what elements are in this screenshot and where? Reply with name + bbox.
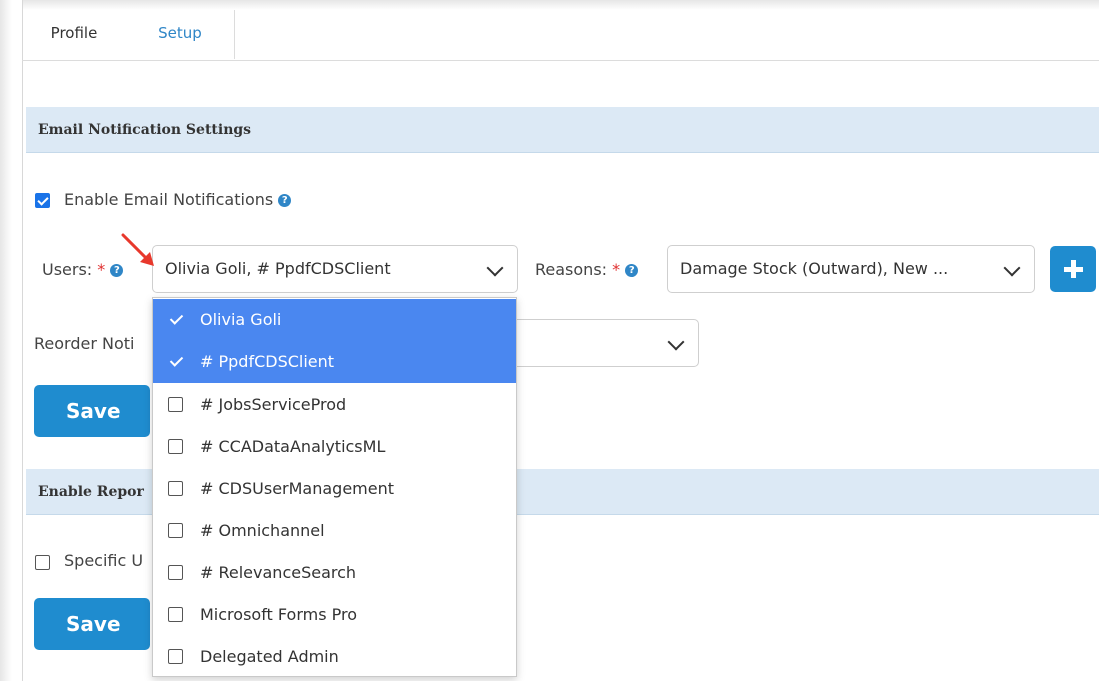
users-option-label: Microsoft Forms Pro <box>200 605 358 624</box>
required-asterisk: * <box>97 260 106 279</box>
checkbox-icon[interactable] <box>168 481 183 496</box>
chevron-down-icon <box>667 333 685 351</box>
chevron-down-icon <box>1003 259 1021 277</box>
users-option-label: # JobsServiceProd <box>200 395 347 414</box>
users-label: Users: * ? <box>42 260 124 279</box>
chevron-down-icon <box>486 259 504 277</box>
users-option-label: # PpdfCDSClient <box>200 352 335 371</box>
annotation-arrow-icon <box>121 233 154 266</box>
users-dropdown-list: Olivia Goli # PpdfCDSClient # JobsServic… <box>152 297 517 677</box>
users-option[interactable]: # JobsServiceProd <box>153 384 516 426</box>
users-option[interactable]: # Omnichannel <box>153 510 516 552</box>
checkbox-checked-icon[interactable] <box>168 312 183 327</box>
users-option-label: # RelevanceSearch <box>200 563 357 582</box>
email-notification-settings-header: Email Notification Settings <box>26 107 1099 153</box>
checkbox-icon[interactable] <box>168 565 183 580</box>
checkbox-icon[interactable] <box>168 649 183 664</box>
tab-setup[interactable]: Setup <box>126 10 235 59</box>
checkbox-icon[interactable] <box>168 439 183 454</box>
specific-users-label: Specific U <box>64 551 144 570</box>
users-option[interactable]: Olivia Goli <box>153 299 516 341</box>
reorder-notification-label: Reorder Noti <box>34 334 135 353</box>
users-option[interactable]: # RelevanceSearch <box>153 552 516 594</box>
users-option-label: Olivia Goli <box>200 310 282 329</box>
checkbox-icon[interactable] <box>168 523 183 538</box>
enable-email-notifications-checkbox[interactable] <box>35 193 50 208</box>
checkbox-icon[interactable] <box>168 607 183 622</box>
users-option[interactable]: # PpdfCDSClient <box>153 341 516 383</box>
users-option[interactable]: Delegated Admin <box>153 636 516 678</box>
users-select[interactable]: Olivia Goli, # PpdfCDSClient <box>152 245 518 293</box>
plus-icon-bar <box>1064 267 1083 272</box>
users-option[interactable]: # CDSUserManagement <box>153 468 516 510</box>
reorder-notification-select[interactable] <box>500 319 699 367</box>
reasons-label-text: Reasons: <box>535 260 608 279</box>
users-option[interactable]: # CCADataAnalyticsML <box>153 426 516 468</box>
required-asterisk: * <box>612 260 621 279</box>
tab-profile[interactable]: Profile <box>22 10 127 59</box>
tab-bar: Profile Setup <box>22 10 1099 61</box>
save-button[interactable]: Save <box>34 385 150 437</box>
checkbox-checked-icon[interactable] <box>168 354 183 369</box>
add-reason-button[interactable] <box>1050 246 1096 292</box>
users-option[interactable]: Microsoft Forms Pro <box>153 594 516 636</box>
users-label-text: Users: <box>42 260 93 279</box>
reasons-select-value: Damage Stock (Outward), New ... <box>680 259 949 278</box>
users-option-label: # CCADataAnalyticsML <box>200 437 386 456</box>
users-option-label: Delegated Admin <box>200 647 339 666</box>
specific-users-checkbox[interactable] <box>35 555 50 570</box>
save-report-button[interactable]: Save <box>34 598 150 650</box>
users-option-label: # Omnichannel <box>200 521 325 540</box>
help-icon[interactable]: ? <box>278 194 292 207</box>
help-icon[interactable]: ? <box>625 264 639 277</box>
reasons-label: Reasons: * ? <box>535 260 639 279</box>
users-select-value: Olivia Goli, # PpdfCDSClient <box>165 259 391 278</box>
checkbox-icon[interactable] <box>168 397 183 412</box>
users-option-label: # CDSUserManagement <box>200 479 395 498</box>
enable-email-notifications-label: Enable Email Notifications ? <box>64 190 292 209</box>
window-top-edge <box>0 0 1099 10</box>
enable-email-notifications-text: Enable Email Notifications <box>64 190 274 209</box>
window-shadow <box>0 0 12 681</box>
reasons-select[interactable]: Damage Stock (Outward), New ... <box>667 245 1035 293</box>
